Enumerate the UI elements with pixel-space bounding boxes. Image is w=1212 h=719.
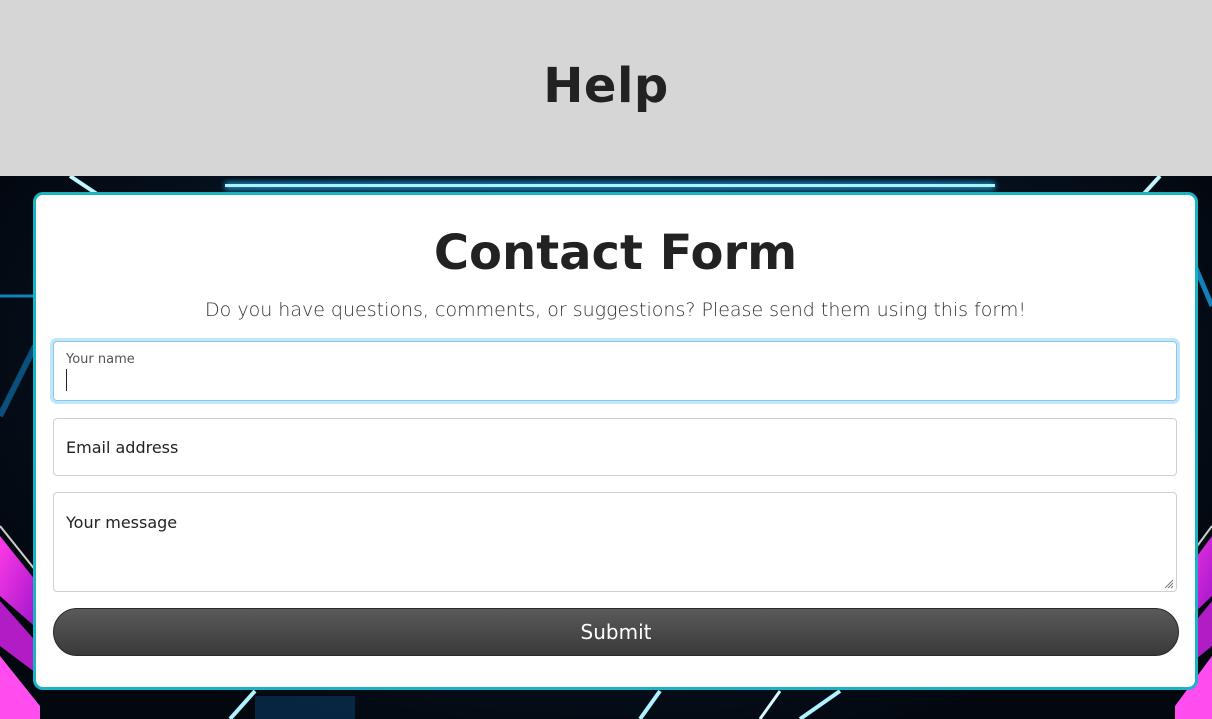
page-header: Help (0, 0, 1212, 176)
name-field-label: Your name (66, 352, 135, 367)
submit-button[interactable]: Submit (53, 608, 1179, 656)
text-caret (66, 369, 67, 391)
message-field-placeholder: Your message (66, 513, 178, 532)
form-title: Contact Form (433, 225, 798, 281)
page-title: Help (543, 58, 669, 114)
form-subtitle: Do you have questions, comments, or sugg… (205, 299, 1026, 321)
message-field[interactable]: Your message (53, 492, 1177, 592)
email-field-placeholder: Email address (66, 438, 179, 457)
contact-form-card: Contact Form Do you have questions, comm… (33, 192, 1198, 690)
name-field[interactable]: Your name (53, 341, 1177, 401)
email-field[interactable]: Email address (53, 418, 1177, 476)
resize-handle-icon[interactable] (1162, 577, 1174, 589)
